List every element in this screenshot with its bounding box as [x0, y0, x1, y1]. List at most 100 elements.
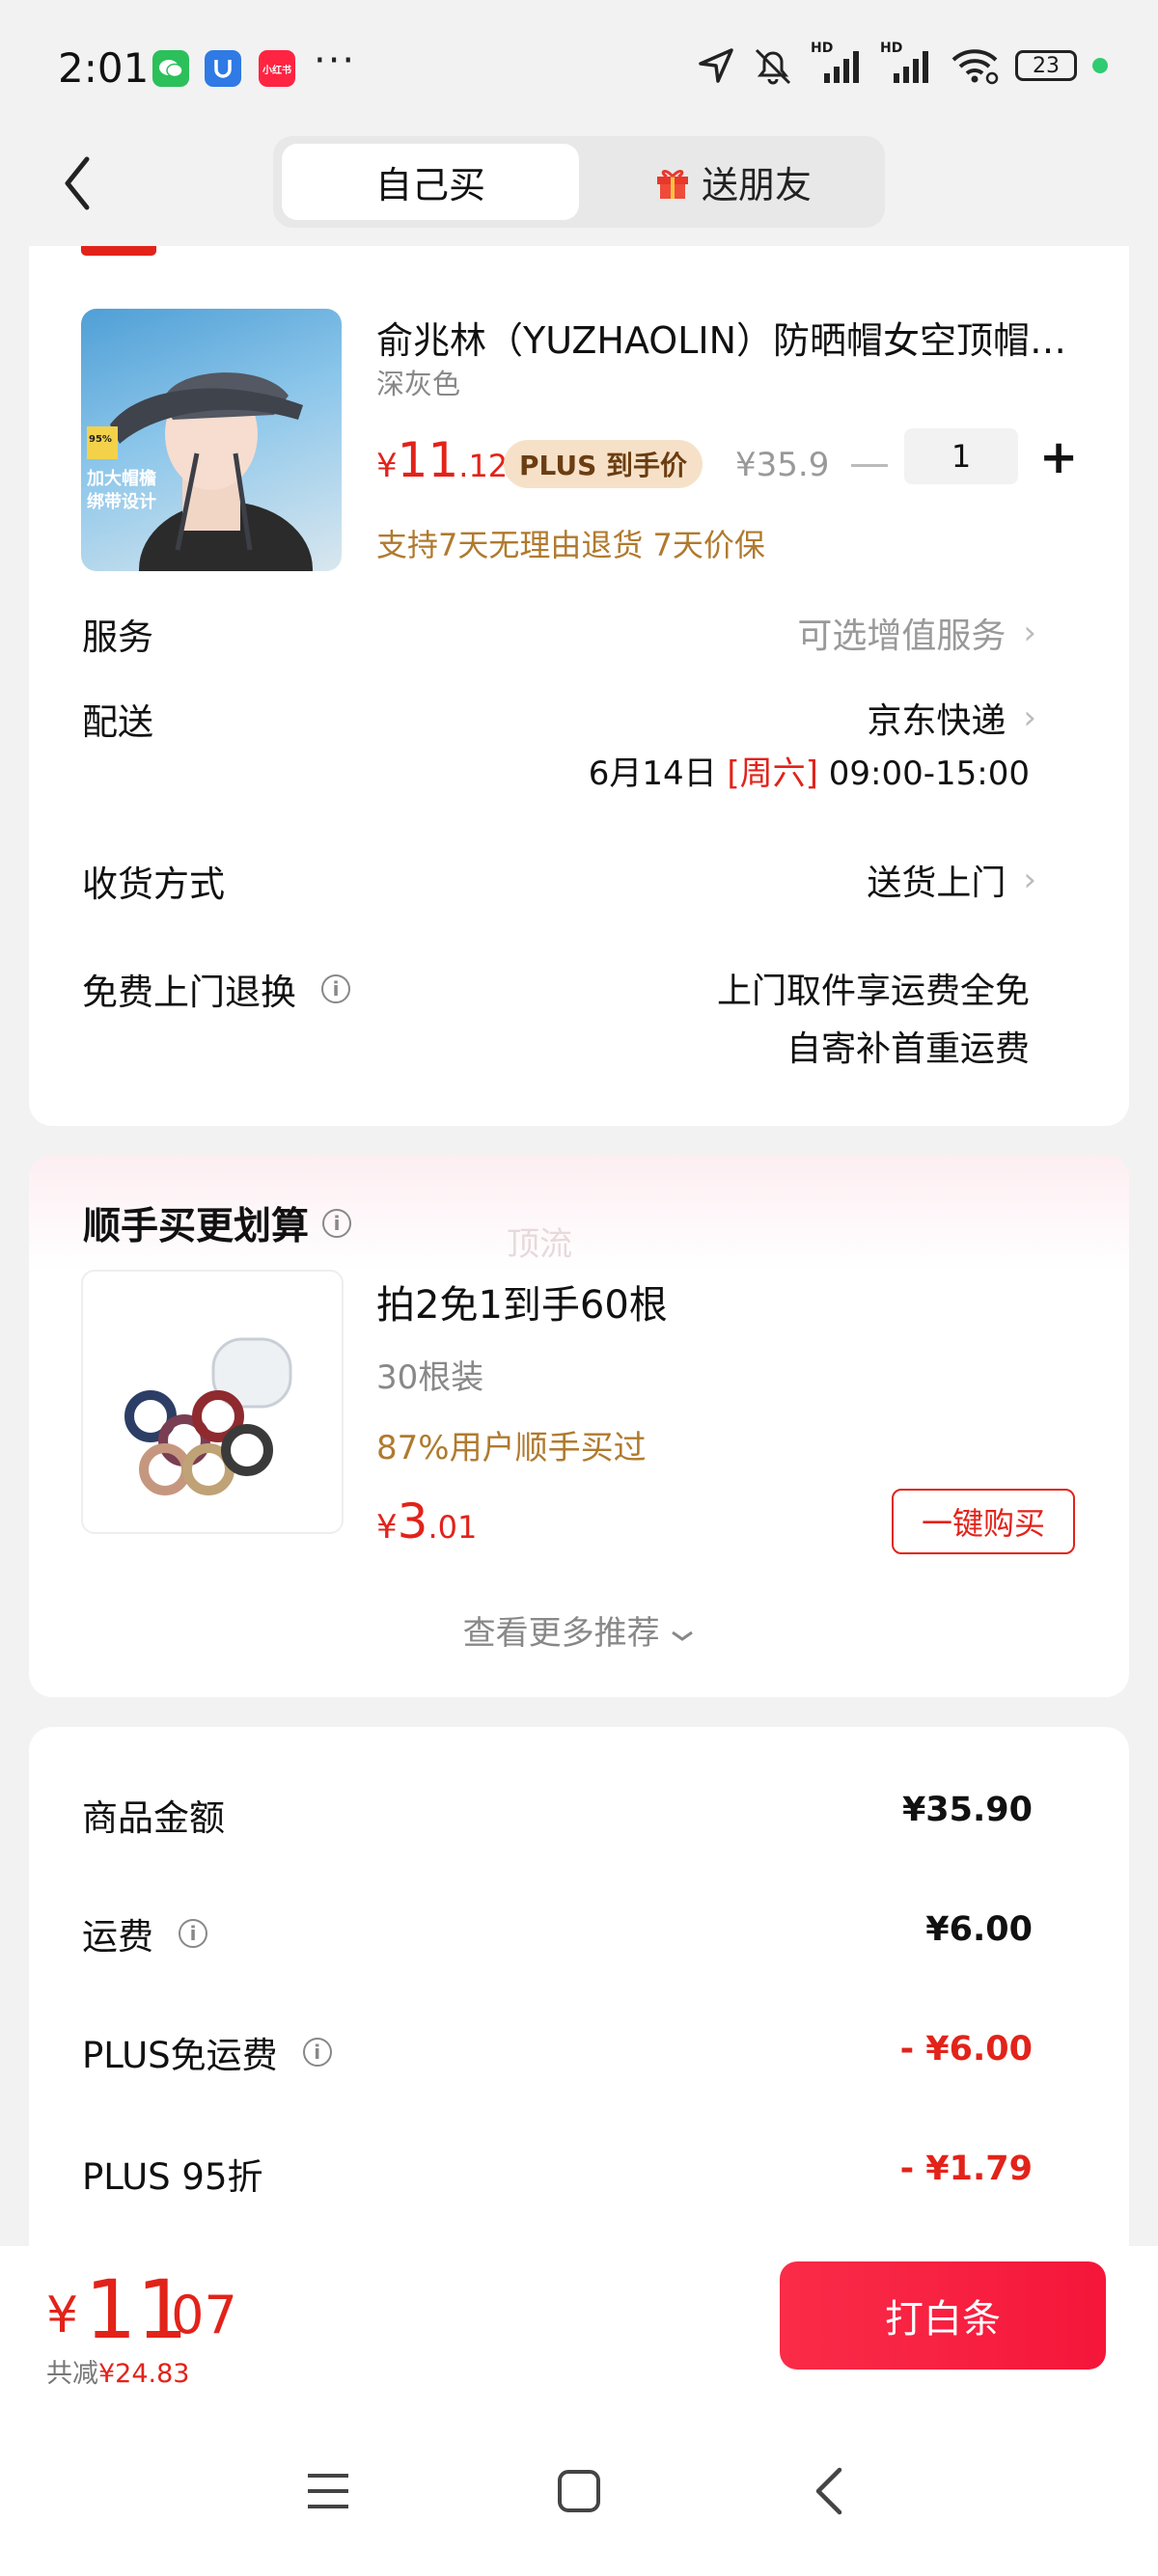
recommend-product-image[interactable]: [81, 1270, 344, 1534]
total-decimal: .07: [154, 2285, 237, 2345]
more-notifications-icon: ···: [314, 39, 357, 83]
delivery-row[interactable]: 京东快递 ›: [867, 693, 1036, 743]
quantity-input[interactable]: 1: [904, 428, 1018, 484]
gift-icon: [656, 169, 688, 199]
hd-label-1: HD: [811, 41, 834, 56]
service-row[interactable]: 可选增值服务 ›: [797, 608, 1036, 658]
total-currency: ¥: [46, 2287, 79, 2344]
product-price: ¥11.12: [376, 432, 508, 488]
menu-icon[interactable]: [305, 2468, 351, 2514]
signal-hd-2-icon: HD: [880, 41, 934, 85]
recommend-title: 顺手买更划算: [83, 1205, 310, 1248]
delivery-time: 09:00-15:00: [828, 754, 1030, 793]
security-app-icon: [205, 50, 241, 87]
status-time: 2:01: [58, 44, 150, 92]
image-caption-2: 绑带设计: [87, 492, 156, 512]
info-icon[interactable]: i: [321, 974, 350, 1003]
info-icon[interactable]: i: [302, 2038, 332, 2067]
chevron-right-icon: ›: [1023, 614, 1036, 652]
recommend-header: 顺手买更划算 i: [83, 1196, 352, 1250]
goods-amount-label: 商品金额: [82, 1797, 225, 1839]
freight-row: 运费 i: [82, 1907, 207, 1959]
view-more-label: 查看更多推荐: [462, 1614, 660, 1653]
chevron-right-icon: ›: [1023, 699, 1036, 737]
product-spec[interactable]: 深灰色: [376, 362, 460, 402]
product-image[interactable]: 95% 加大帽檐 绑带设计: [81, 309, 342, 571]
tab-send-to-friend[interactable]: 送朋友: [587, 144, 878, 220]
recommend-item-hint: 87%用户顺手买过: [376, 1429, 647, 1467]
product-title[interactable]: 俞兆林（YUZHAOLIN）防晒帽女空顶帽遮阳帽: [376, 311, 1090, 364]
sun-visor-photo: [87, 372, 313, 571]
plus-free-freight-row: PLUS免运费 i: [82, 2026, 332, 2078]
plus-free-freight-value: - ¥6.00: [899, 2030, 1033, 2069]
mute-bell-icon: [755, 48, 791, 85]
freight-value: ¥6.00: [925, 1910, 1033, 1949]
recommend-item-spec: 30根装: [376, 1358, 484, 1397]
delivery-schedule[interactable]: 6月14日 [周六] 09:00-15:00: [589, 747, 1030, 794]
plus-free-freight-label: PLUS免运费: [82, 2035, 278, 2076]
quantity-increase-button[interactable]: +: [1039, 430, 1078, 484]
delivery-date: 6月14日: [588, 754, 717, 793]
info-icon[interactable]: i: [179, 1919, 207, 1948]
quantity-value: 1: [951, 438, 972, 475]
chevron-down-icon: [672, 1631, 694, 1641]
one-click-buy-button[interactable]: 一键购买: [892, 1489, 1075, 1554]
saved-label: 共减: [46, 2359, 98, 2389]
receive-method-value: 送货上门: [867, 863, 1006, 903]
rec-price-currency: ¥: [376, 1508, 398, 1547]
rec-price-decimal: .01: [427, 1509, 478, 1546]
service-value: 可选增值服务: [797, 617, 1006, 656]
delivery-carrier: 京东快递: [867, 701, 1006, 741]
free-return-row: 免费上门退换 i: [82, 963, 350, 1015]
signal-hd-1-icon: HD: [811, 41, 865, 85]
hair-ties-photo: [124, 1337, 292, 1495]
plus-price-badge: PLUS 到手价: [504, 440, 703, 488]
wechat-icon: [152, 50, 189, 87]
battery-level: 23: [1033, 53, 1060, 78]
home-icon[interactable]: [556, 2468, 602, 2514]
image-caption-1: 加大帽檐: [87, 469, 156, 489]
free-return-line-1: 上门取件享运费全免: [716, 972, 1030, 1011]
return-policy-text: 支持7天无理由退货 7天价保: [376, 527, 765, 563]
status-indicators: HD HD 23: [697, 41, 1108, 85]
plus-discount-value: - ¥1.79: [899, 2150, 1033, 2188]
xiaohongshu-label: 小红书: [262, 65, 291, 76]
freight-label: 运费: [82, 1916, 153, 1958]
total-saved: 共减¥24.83: [46, 2352, 189, 2390]
delivery-weekday: [周六]: [727, 754, 818, 793]
recommend-item-title[interactable]: 拍2免1到手60根: [376, 1274, 668, 1329]
store-tag-marker: [81, 246, 156, 256]
battery-icon: 23: [1015, 50, 1077, 81]
price-decimal: .12: [458, 448, 509, 484]
service-label: 服务: [82, 617, 153, 658]
hd-label-2: HD: [880, 41, 903, 56]
price-integer: 11: [397, 432, 459, 488]
rec-price-integer: 3: [397, 1494, 428, 1549]
saved-value: ¥24.83: [98, 2359, 190, 2389]
wifi-icon: [951, 49, 999, 85]
pay-with-baitiao-button[interactable]: 打白条: [780, 2261, 1106, 2370]
quantity-decrease-button[interactable]: —: [849, 439, 890, 486]
tab-buy-for-self[interactable]: 自己买: [282, 144, 579, 220]
view-more-recommend-link[interactable]: 查看更多推荐: [0, 1606, 1158, 1654]
active-indicator-dot: [1092, 58, 1108, 73]
delivery-label: 配送: [82, 701, 153, 743]
receive-method-row[interactable]: 送货上门 ›: [867, 855, 1036, 905]
price-currency: ¥: [376, 447, 398, 485]
info-icon[interactable]: i: [322, 1209, 352, 1238]
back-icon[interactable]: [811, 2464, 849, 2518]
back-arrow-icon[interactable]: [56, 150, 104, 217]
xiaohongshu-icon: 小红书: [259, 50, 295, 87]
location-icon: [699, 48, 733, 83]
plus-discount-label: PLUS 95折: [82, 2156, 263, 2198]
receive-method-label: 收货方式: [82, 863, 225, 905]
recommend-item-price: ¥3.01: [376, 1494, 477, 1549]
watermark-text: 顶流: [507, 1225, 572, 1264]
tab-buy-for-self-label: 自己买: [374, 164, 485, 206]
free-return-line-2: 自寄补首重运费: [786, 1029, 1030, 1069]
goods-amount-value: ¥35.90: [901, 1791, 1033, 1829]
image-badge-text: 95%: [89, 434, 112, 445]
tab-send-to-friend-label: 送朋友: [701, 164, 812, 206]
original-price: ¥35.9: [735, 446, 830, 484]
chevron-right-icon: ›: [1023, 861, 1036, 899]
